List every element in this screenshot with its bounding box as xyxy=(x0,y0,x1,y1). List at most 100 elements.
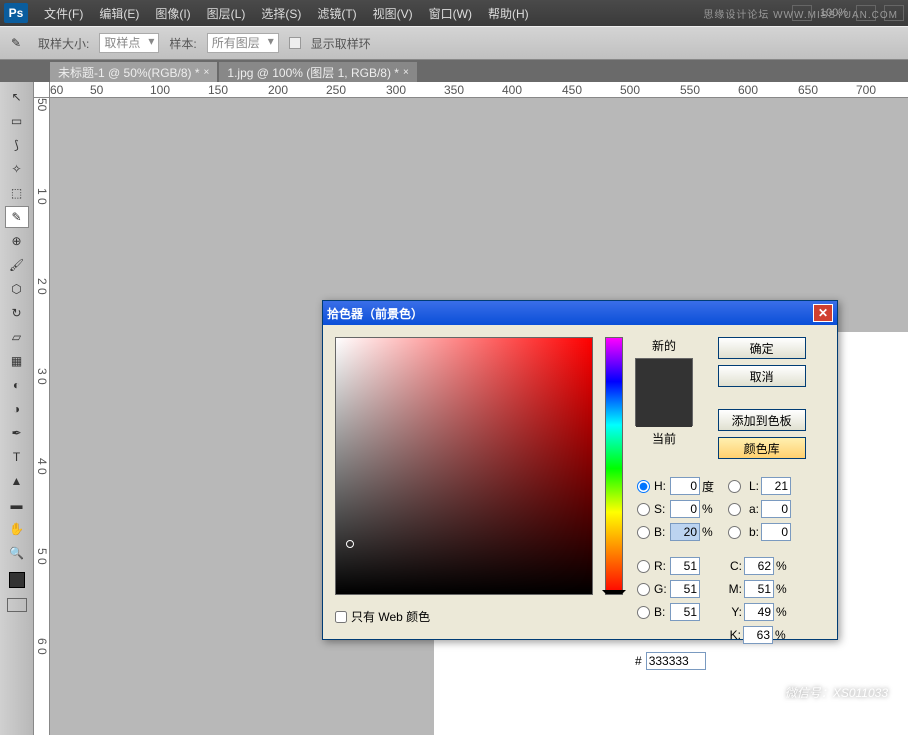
color-libraries-button[interactable]: 颜色库 xyxy=(718,437,806,459)
sample-size-select[interactable]: 取样点 xyxy=(99,33,159,53)
pen-tool[interactable]: ✒ xyxy=(5,422,29,444)
input-g[interactable] xyxy=(670,580,700,598)
crop-tool[interactable]: ⬚ xyxy=(5,182,29,204)
tab-1jpg[interactable]: 1.jpg @ 100% (图层 1, RGB/8) * × xyxy=(219,62,416,82)
menu-edit[interactable]: 编辑(E) xyxy=(91,5,147,22)
radio-b2[interactable] xyxy=(728,526,741,539)
main-area: ↖ ▭ ⟆ ✧ ⬚ ✎ ⊕ 🖌 ⬡ ↻ ▱ ▦ ◐ ◑ ✒ T ▲ ▬ ✋ 🔍 … xyxy=(0,82,908,735)
wechat-icon xyxy=(753,679,779,705)
shape-tool[interactable]: ▬ xyxy=(5,494,29,516)
new-color-swatch xyxy=(636,359,692,393)
radio-a[interactable] xyxy=(728,503,741,516)
eyedropper-icon: ✎ xyxy=(4,31,28,55)
wand-tool[interactable]: ✧ xyxy=(5,158,29,180)
menu-help[interactable]: 帮助(H) xyxy=(480,5,537,22)
menu-select[interactable]: 选择(S) xyxy=(253,5,309,22)
color-marker[interactable] xyxy=(346,540,354,548)
input-k[interactable] xyxy=(743,626,773,644)
input-h[interactable] xyxy=(670,477,700,495)
close-icon[interactable]: × xyxy=(204,67,210,78)
tab-label: 未标题-1 @ 50%(RGB/8) * xyxy=(58,64,200,81)
menubar: Ps 文件(F) 编辑(E) 图像(I) 图层(L) 选择(S) 滤镜(T) 视… xyxy=(0,0,908,26)
path-tool[interactable]: ▲ xyxy=(5,470,29,492)
close-button[interactable]: ✕ xyxy=(813,304,833,322)
current-color-label: 当前 xyxy=(652,430,676,447)
ok-button[interactable]: 确定 xyxy=(718,337,806,359)
color-field[interactable] xyxy=(335,337,593,595)
menu-file[interactable]: 文件(F) xyxy=(36,5,91,22)
ruler-horizontal[interactable]: 60 50 100 150 200 250 300 350 400 450 50… xyxy=(50,82,908,98)
wechat-watermark: 微信号：XS011033 xyxy=(753,679,888,705)
menu-view[interactable]: 视图(V) xyxy=(365,5,421,22)
options-bar: ✎ 取样大小: 取样点 样本: 所有图层 显示取样环 xyxy=(0,26,908,60)
web-only-label: 只有 Web 颜色 xyxy=(351,608,430,625)
tab-untitled[interactable]: 未标题-1 @ 50%(RGB/8) * × xyxy=(50,62,217,82)
input-l[interactable] xyxy=(761,477,791,495)
radio-b[interactable] xyxy=(637,526,650,539)
hand-tool[interactable]: ✋ xyxy=(5,518,29,540)
input-c[interactable] xyxy=(744,557,774,575)
canvas-area: 60 50 100 150 200 250 300 350 400 450 50… xyxy=(34,82,908,735)
dialog-titlebar[interactable]: 拾色器（前景色） ✕ xyxy=(323,301,837,325)
heal-tool[interactable]: ⊕ xyxy=(5,230,29,252)
site-watermark: 思缘设计论坛 WWW.MISSYUAN.COM xyxy=(703,6,898,21)
tab-label: 1.jpg @ 100% (图层 1, RGB/8) * xyxy=(227,64,399,81)
dodge-tool[interactable]: ◑ xyxy=(5,398,29,420)
show-ring-label: 显示取样环 xyxy=(311,35,371,52)
move-tool[interactable]: ↖ xyxy=(5,86,29,108)
ruler-vertical[interactable]: 50 1 0 2 0 3 0 4 0 5 0 6 0 xyxy=(34,98,50,735)
cancel-button[interactable]: 取消 xyxy=(718,365,806,387)
gradient-tool[interactable]: ▦ xyxy=(5,350,29,372)
input-m[interactable] xyxy=(744,580,774,598)
ps-logo: Ps xyxy=(4,3,28,23)
toolbox: ↖ ▭ ⟆ ✧ ⬚ ✎ ⊕ 🖌 ⬡ ↻ ▱ ▦ ◐ ◑ ✒ T ▲ ▬ ✋ 🔍 xyxy=(0,82,34,735)
input-bb[interactable] xyxy=(670,603,700,621)
menu-window[interactable]: 窗口(W) xyxy=(421,5,480,22)
foreground-swatch[interactable] xyxy=(9,572,25,588)
eraser-tool[interactable]: ▱ xyxy=(5,326,29,348)
close-icon[interactable]: × xyxy=(403,67,409,78)
color-preview xyxy=(635,358,693,426)
sample-label: 样本: xyxy=(169,35,196,52)
dialog-title: 拾色器（前景色） xyxy=(327,305,423,322)
type-tool[interactable]: T xyxy=(5,446,29,468)
stamp-tool[interactable]: ⬡ xyxy=(5,278,29,300)
hue-slider[interactable] xyxy=(605,337,623,595)
input-b[interactable] xyxy=(670,523,700,541)
input-r[interactable] xyxy=(670,557,700,575)
current-color-swatch[interactable] xyxy=(636,393,692,427)
lasso-tool[interactable]: ⟆ xyxy=(5,134,29,156)
menu-layer[interactable]: 图层(L) xyxy=(199,5,254,22)
input-b2[interactable] xyxy=(761,523,791,541)
marquee-tool[interactable]: ▭ xyxy=(5,110,29,132)
document-tabs: 未标题-1 @ 50%(RGB/8) * × 1.jpg @ 100% (图层 … xyxy=(0,60,908,82)
sample-layers-select[interactable]: 所有图层 xyxy=(207,33,279,53)
menu-filter[interactable]: 滤镜(T) xyxy=(309,5,364,22)
radio-l[interactable] xyxy=(728,480,741,493)
sample-size-label: 取样大小: xyxy=(38,35,89,52)
input-hex[interactable] xyxy=(646,652,706,670)
brush-tool[interactable]: 🖌 xyxy=(5,254,29,276)
hue-marker[interactable] xyxy=(602,590,626,596)
menu-image[interactable]: 图像(I) xyxy=(147,5,198,22)
new-color-label: 新的 xyxy=(652,337,676,354)
radio-r[interactable] xyxy=(637,560,650,573)
radio-s[interactable] xyxy=(637,503,650,516)
web-only-checkbox[interactable] xyxy=(335,611,347,623)
eyedropper-tool[interactable]: ✎ xyxy=(5,206,29,228)
input-y[interactable] xyxy=(744,603,774,621)
show-ring-checkbox[interactable] xyxy=(289,37,301,49)
ruler-origin[interactable] xyxy=(34,82,50,98)
radio-g[interactable] xyxy=(637,583,650,596)
quickmask-icon[interactable] xyxy=(7,598,27,612)
input-s[interactable] xyxy=(670,500,700,518)
color-picker-dialog: 拾色器（前景色） ✕ 新的 xyxy=(322,300,838,640)
blur-tool[interactable]: ◐ xyxy=(5,374,29,396)
hex-label: # xyxy=(635,654,642,668)
radio-h[interactable] xyxy=(637,480,650,493)
input-a[interactable] xyxy=(761,500,791,518)
radio-bb[interactable] xyxy=(637,606,650,619)
zoom-tool[interactable]: 🔍 xyxy=(5,542,29,564)
add-swatch-button[interactable]: 添加到色板 xyxy=(718,409,806,431)
history-brush-tool[interactable]: ↻ xyxy=(5,302,29,324)
